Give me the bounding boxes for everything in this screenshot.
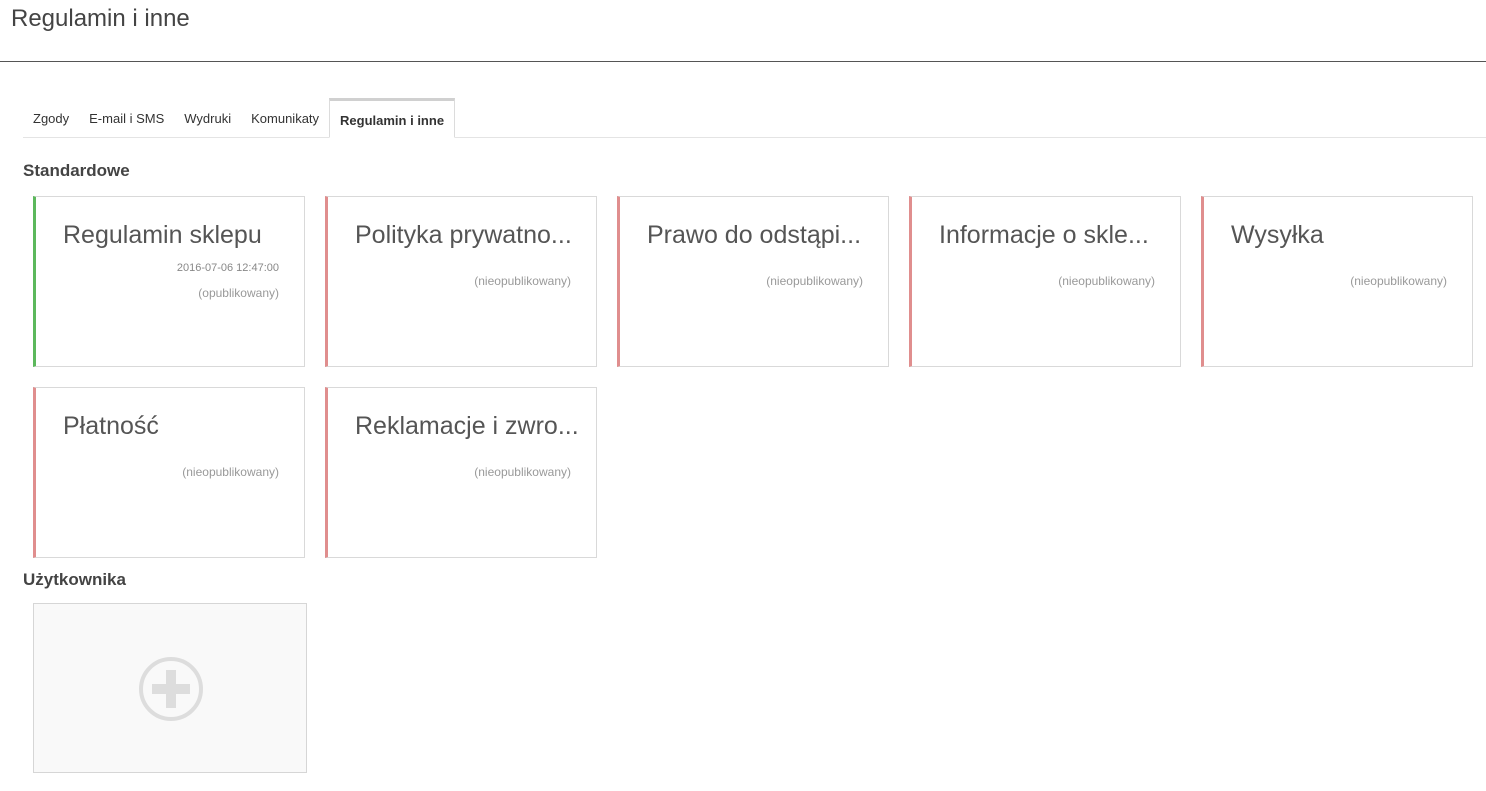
tab-wydruki[interactable]: Wydruki bbox=[174, 98, 241, 137]
card-status: (nieopublikowany) bbox=[474, 274, 571, 288]
card-status: (opublikowany) bbox=[198, 286, 279, 300]
card-title: Płatność bbox=[63, 412, 159, 440]
card-status: (nieopublikowany) bbox=[766, 274, 863, 288]
card-title: Prawo do odstąpi... bbox=[647, 221, 862, 249]
card-reklamacje-i-zwroty[interactable]: Reklamacje i zwro... (nieopublikowany) bbox=[325, 387, 597, 558]
card-status: (nieopublikowany) bbox=[474, 465, 571, 479]
card-status: (nieopublikowany) bbox=[182, 465, 279, 479]
add-document-card[interactable] bbox=[33, 603, 307, 773]
card-title: Informacje o skle... bbox=[939, 221, 1149, 249]
card-title: Reklamacje i zwro... bbox=[355, 412, 579, 440]
card-status: (nieopublikowany) bbox=[1350, 274, 1447, 288]
tab-bar: Zgody E-mail i SMS Wydruki Komunikaty Re… bbox=[23, 98, 1486, 138]
title-divider bbox=[0, 61, 1486, 62]
card-title: Regulamin sklepu bbox=[63, 221, 262, 249]
section-title-standard: Standardowe bbox=[23, 161, 130, 180]
tab-zgody[interactable]: Zgody bbox=[23, 98, 79, 137]
card-informacje-o-sklepie[interactable]: Informacje o skle... (nieopublikowany) bbox=[909, 196, 1181, 367]
card-prawo-do-odstapienia[interactable]: Prawo do odstąpi... (nieopublikowany) bbox=[617, 196, 889, 367]
card-wysylka[interactable]: Wysyłka (nieopublikowany) bbox=[1201, 196, 1473, 367]
section-title-user: Użytkownika bbox=[23, 570, 126, 589]
card-status: (nieopublikowany) bbox=[1058, 274, 1155, 288]
card-polityka-prywatnosci[interactable]: Polityka prywatno... (nieopublikowany) bbox=[325, 196, 597, 367]
page-title: Regulamin i inne bbox=[11, 5, 190, 32]
card-date: 2016-07-06 12:47:00 bbox=[176, 262, 279, 274]
tab-email-sms[interactable]: E-mail i SMS bbox=[79, 98, 174, 137]
tab-komunikaty[interactable]: Komunikaty bbox=[241, 98, 329, 137]
plus-circle-icon bbox=[139, 657, 203, 721]
tab-regulamin-i-inne[interactable]: Regulamin i inne bbox=[329, 98, 456, 138]
card-title: Wysyłka bbox=[1231, 221, 1324, 249]
card-regulamin-sklepu[interactable]: Regulamin sklepu 2016-07-06 12:47:00 (op… bbox=[33, 196, 305, 367]
card-title: Polityka prywatno... bbox=[355, 221, 572, 249]
card-platnosc[interactable]: Płatność (nieopublikowany) bbox=[33, 387, 305, 558]
